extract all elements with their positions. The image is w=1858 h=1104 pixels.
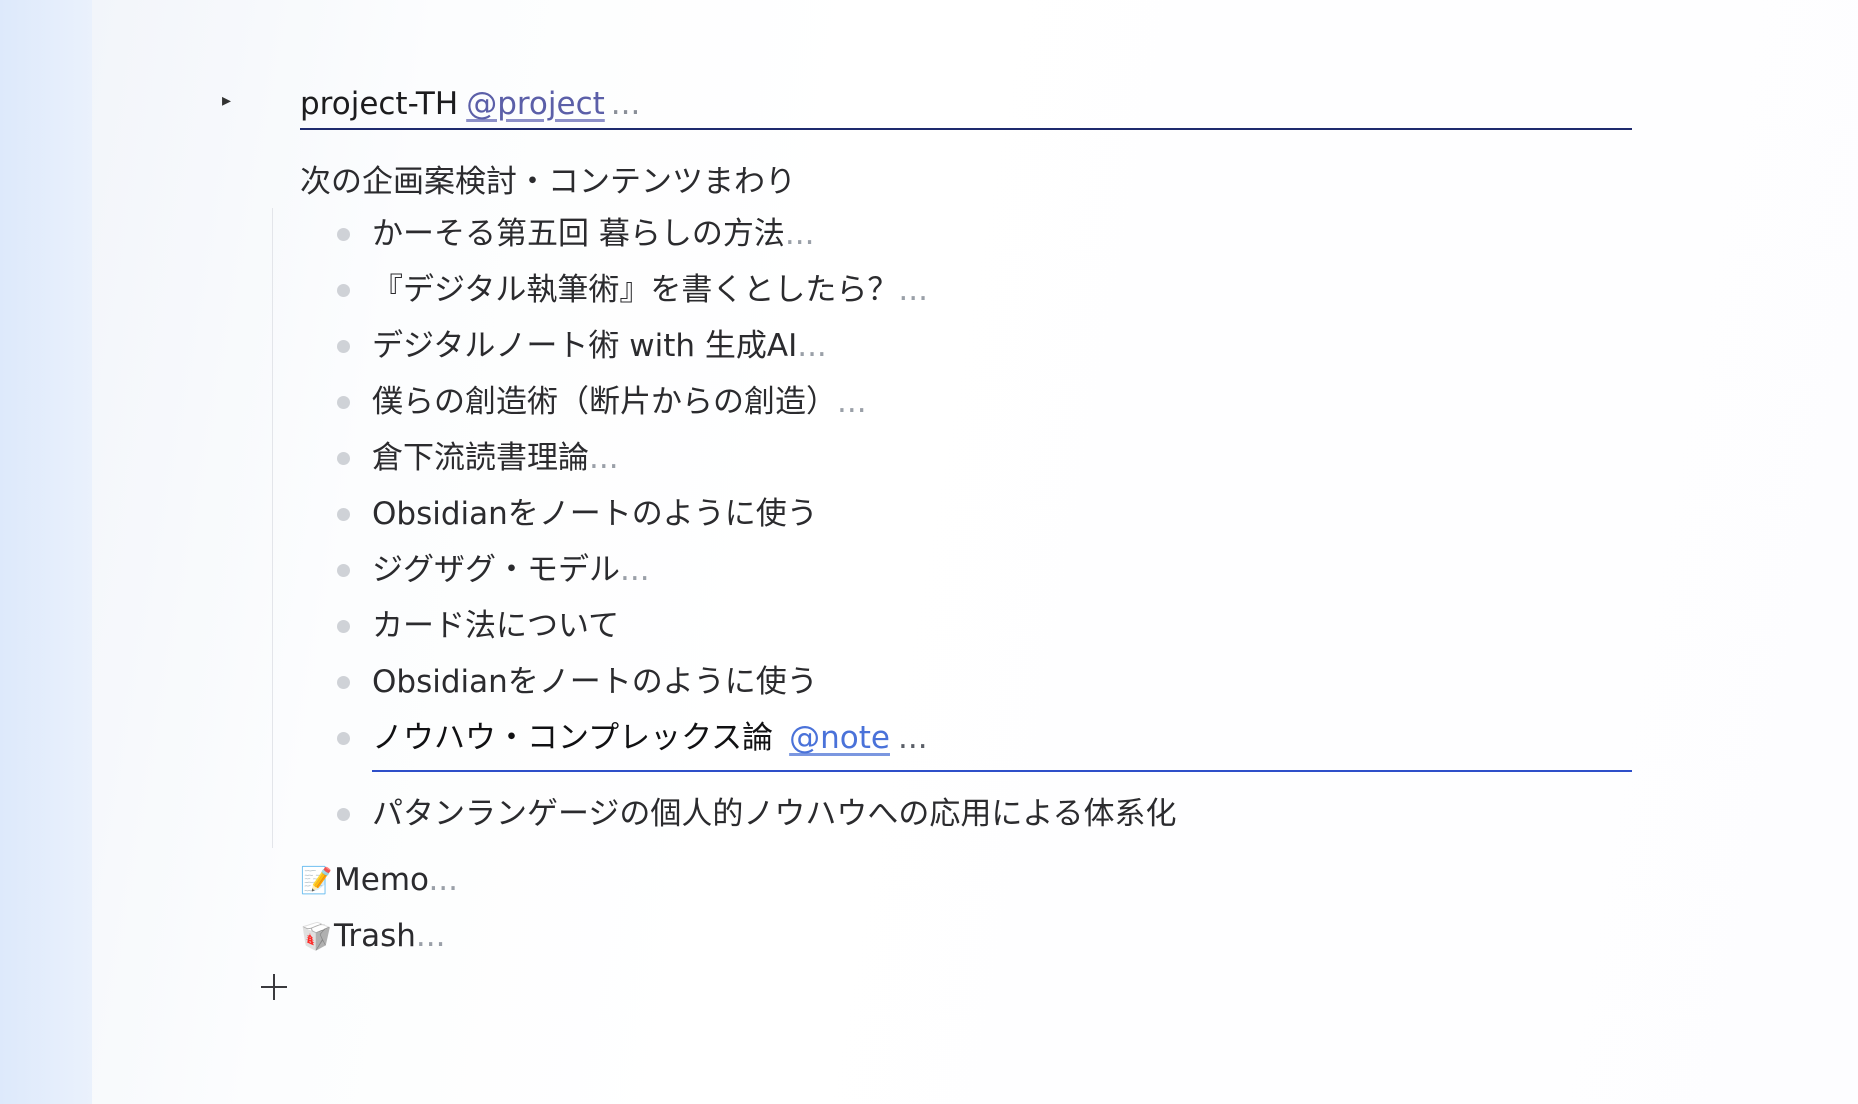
bullet-icon[interactable] [337,732,350,745]
plus-icon[interactable] [257,970,291,1004]
trash-more-ellipsis[interactable]: ... [416,918,446,954]
bullet-icon[interactable] [337,508,350,521]
takeout-box-icon: 🥡 [300,922,333,952]
bullet-icon[interactable] [337,284,350,297]
active-item-label[interactable]: ノウハウ・コンプレックス論 [372,720,773,756]
list-item[interactable]: デジタルノート術 with 生成AI... [92,324,1858,380]
memo-more-ellipsis[interactable]: ... [428,862,458,898]
plus-icon-vertical [273,974,275,1000]
folder-trash[interactable]: 🥡Trash... [300,914,445,959]
list-item-label: カード法について [372,608,620,644]
list-item-label: Obsidianをノートのように使う [372,496,818,532]
list-item[interactable]: カード法について [92,604,1858,660]
list-item-label: 『デジタル執筆術』を書くとしたら？ [372,272,899,308]
project-more-ellipsis[interactable]: ... [611,86,641,122]
list-item[interactable]: Obsidianをノートのように使う [92,492,1858,548]
more-ellipsis[interactable]: ... [589,440,619,476]
more-ellipsis[interactable]: ... [898,272,928,308]
bullet-icon[interactable] [337,396,350,409]
bullet-icon[interactable] [337,452,350,465]
outline-list: かーそる第五回 暮らしの方法... 『デジタル執筆術』を書くとしたら？... デ… [92,212,1858,848]
project-title-field[interactable]: project-TH @project... [300,80,1632,130]
outline-canvas: ▸ project-TH @project... 次の企画案検討・コンテンツまわり… [92,0,1858,1104]
bullet-icon[interactable] [337,340,350,353]
bullet-icon[interactable] [337,808,350,821]
active-more-ellipsis[interactable]: ... [898,720,928,756]
project-name: project-TH [300,86,459,122]
list-item-label: パタンランゲージの個人的ノウハウへの応用による体系化 [372,796,1177,832]
more-ellipsis[interactable]: ... [837,384,867,420]
memo-icon: 📝 [300,866,333,896]
list-item[interactable]: Obsidianをノートのように使う [92,660,1858,716]
folder-memo-label: Memo [334,862,429,898]
list-item-label: かーそる第五回 暮らしの方法 [372,216,785,252]
active-edit-underline [372,770,1632,772]
list-item-label: 僕らの創造術（断片からの創造） [372,384,837,420]
list-item[interactable]: 倉下流読書理論... [92,436,1858,492]
app-window: ▸ project-TH @project... 次の企画案検討・コンテンツまわり… [0,0,1858,1104]
list-item-active[interactable]: ノウハウ・コンプレックス論 @note... [92,716,1858,792]
list-item[interactable]: 『デジタル執筆術』を書くとしたら？... [92,268,1858,324]
more-ellipsis[interactable]: ... [797,328,827,364]
list-item-label: 倉下流読書理論 [372,440,589,476]
project-tag-link[interactable]: @project [466,86,605,122]
list-item-label: Obsidianをノートのように使う [372,664,818,700]
list-item[interactable]: ジグザグ・モデル... [92,548,1858,604]
more-ellipsis[interactable]: ... [620,552,650,588]
bullet-icon[interactable] [337,676,350,689]
bullet-icon[interactable] [337,620,350,633]
folder-memo[interactable]: 📝Memo... [300,858,458,903]
section-heading[interactable]: 次の企画案検討・コンテンツまわり [300,160,796,204]
note-tag-link[interactable]: @note [789,720,890,756]
folder-trash-label: Trash [334,918,416,954]
list-item[interactable]: 僕らの創造術（断片からの創造）... [92,380,1858,436]
list-item-label: デジタルノート術 with 生成AI [372,328,798,364]
project-row[interactable]: ▸ project-TH @project... [92,80,1858,132]
list-item[interactable]: パタンランゲージの個人的ノウハウへの応用による体系化 [92,792,1858,848]
more-ellipsis[interactable]: ... [785,216,815,252]
list-item-label: ジグザグ・モデル [372,552,620,588]
list-item[interactable]: かーそる第五回 暮らしの方法... [92,212,1858,268]
collapse-toggle-icon[interactable]: ▸ [222,90,231,111]
bullet-icon[interactable] [337,564,350,577]
bullet-icon[interactable] [337,228,350,241]
